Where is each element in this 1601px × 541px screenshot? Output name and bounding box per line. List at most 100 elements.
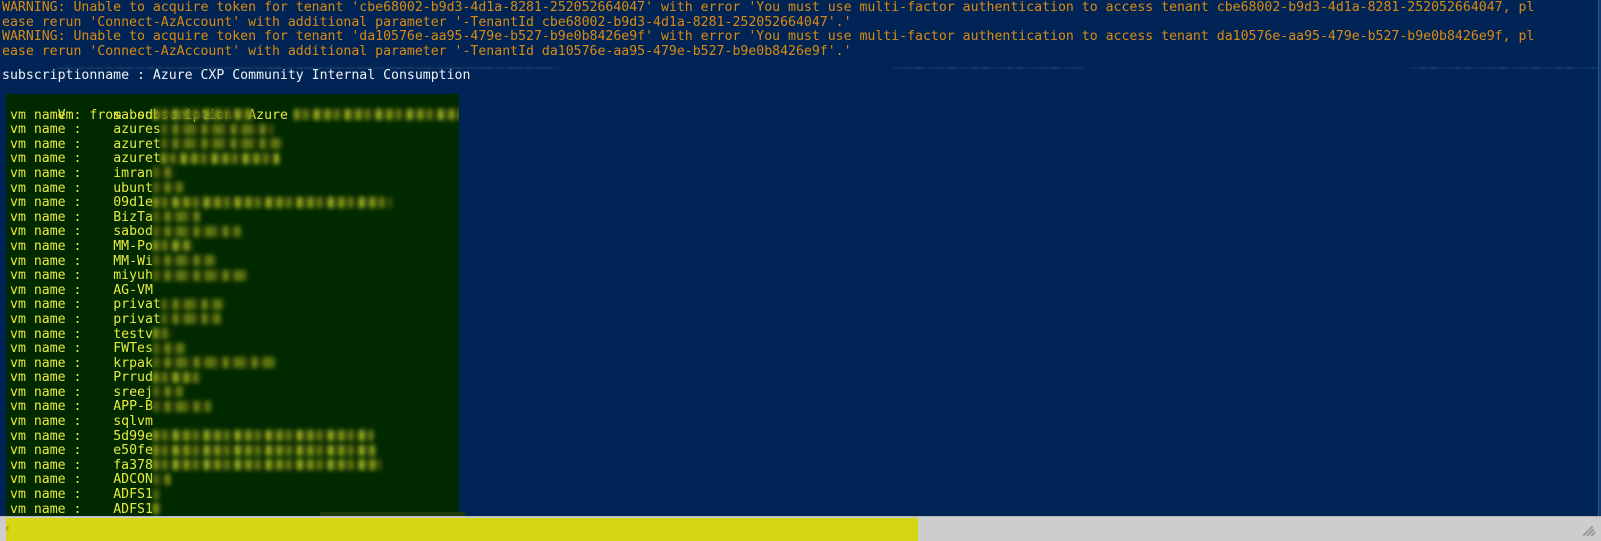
vm-name-value: ADFS1: [81, 501, 153, 516]
redacted-vm-name-tail: [152, 371, 201, 383]
vm-name-label: vm name :: [10, 224, 82, 240]
redacted-vm-name-tail: [152, 269, 247, 281]
vm-name-value: ADFS1: [81, 487, 153, 503]
vm-name-label: vm name :: [10, 384, 82, 400]
vm-name-label: vm name :: [10, 487, 82, 503]
vm-list-item: vm name : MM-Wi: [6, 253, 459, 270]
vm-list-item: vm name : 09d1e: [6, 195, 459, 211]
vm-list-item: vm name : 5d99e: [6, 428, 459, 445]
vm-name-label: vm name :: [10, 122, 82, 138]
vm-name-label: vm name :: [10, 428, 82, 444]
vm-name-value: MM-Wi: [81, 253, 153, 269]
vm-list-item: vm name : sabod: [6, 107, 459, 124]
vm-list-rows: vm name : sabod vm name : azures vm name :…: [6, 107, 459, 516]
vm-list-item: vm name : miyuh: [6, 268, 459, 284]
redacted-vm-name-tail: [152, 225, 241, 237]
vm-name-value: sabod: [81, 107, 153, 123]
vm-name-value: testv: [81, 326, 153, 342]
vm-list-item: vm name : fa378: [6, 457, 459, 474]
vm-name-label: vm name :: [10, 414, 82, 430]
vm-name-label: vm name :: [10, 311, 82, 327]
vm-name-label: vm name :: [10, 238, 82, 254]
redacted-vm-name-tail: [152, 444, 375, 456]
vm-name-label: vm name :: [10, 268, 82, 284]
account-tenant-id: 72f988bf-86f1-4: [1243, 54, 1601, 69]
vm-name-value: e50fe: [81, 443, 153, 459]
vm-name-value: imran: [81, 165, 153, 181]
redacted-vm-name-tail: [152, 357, 275, 369]
vm-name-label: vm name :: [10, 282, 82, 298]
vm-list-item: vm name : privat: [6, 298, 459, 313]
vm-list-item: vm name : e50fe: [6, 443, 459, 459]
warning-line-1b: ease rerun 'Connect-AzAccount' with addi…: [2, 15, 852, 30]
redacted-vm-name-tail: [152, 473, 171, 485]
vm-name-value: Prrud: [81, 370, 153, 386]
vm-name-value: miyuh: [81, 268, 153, 284]
vm-list-item: vm name : APP-B: [6, 400, 459, 415]
vm-name-label: vm name :: [10, 443, 82, 459]
vm-list-item: vm name : Prrud: [6, 370, 459, 386]
vm-name-value: krpak: [81, 355, 153, 371]
vm-list-item: vm name : azuret: [6, 152, 459, 167]
vm-list-item: vm name : testv: [6, 326, 459, 343]
warning-line-1a: WARNING: Unable to acquire token for ten…: [2, 1, 1535, 15]
powershell-console-window[interactable]: WARNING: Unable to acquire token for ten…: [0, 0, 1601, 541]
account-name-suffix: m: [558, 68, 566, 69]
horizontal-scrollbar[interactable]: ‹: [0, 516, 1601, 541]
vm-name-label: vm name :: [10, 472, 82, 488]
redacted-vm-name-tail: [152, 240, 193, 252]
vm-name-label: vm name :: [10, 136, 82, 152]
vm-list-item: vm name : AG-VM: [6, 282, 459, 299]
redacted-vm-name-tail: [152, 488, 159, 500]
redacted-vm-name-tail: [152, 430, 373, 442]
redacted-vm-name-tail: [160, 138, 281, 150]
vm-name-value: 09d1e: [81, 195, 153, 211]
vm-name-value: APP-B: [81, 399, 153, 415]
redacted-vm-name-tail: [152, 255, 215, 267]
vm-name-value: FWTes: [81, 341, 153, 357]
vm-list-item: vm name : BizTa: [6, 210, 459, 226]
subscription-name-line: subscriptionname : Azure CXP Community I…: [2, 69, 471, 83]
vm-name-label: vm name :: [10, 399, 82, 415]
redacted-vm-name-tail: [160, 152, 279, 164]
vm-list-item: vm name : sabod: [6, 225, 459, 240]
vm-name-label: vm name :: [10, 501, 82, 516]
vm-list-item: vm name : FWTes: [6, 341, 459, 357]
vm-name-value: azuret: [81, 151, 161, 167]
redacted-vm-name-tail: [152, 386, 183, 398]
vm-list-item: vm name : azures: [6, 122, 459, 138]
vm-name-label: vm name :: [10, 370, 82, 386]
vm-name-label: vm name :: [10, 341, 82, 357]
vm-name-label: vm name :: [10, 180, 82, 196]
vm-name-label: vm name :: [10, 165, 82, 181]
vm-name-value: AG-VM: [81, 282, 153, 298]
vm-name-value: privat: [81, 297, 161, 313]
redacted-vm-name-tail: [160, 123, 273, 135]
vm-name-label: vm name :: [10, 326, 82, 342]
redacted-vm-name-tail: [152, 400, 211, 412]
vm-list-item: vm name : ADCON: [6, 473, 459, 488]
vm-name-value: ADCON: [81, 472, 153, 488]
vm-name-label: vm name :: [10, 151, 82, 167]
vm-name-label: vm name :: [10, 457, 82, 473]
redacted-vm-name-tail: [152, 211, 201, 223]
vm-name-value: azures: [81, 122, 161, 138]
vm-name-value: ubunt: [81, 180, 153, 196]
vm-list-item: vm name : sqlvm: [6, 414, 459, 430]
vm-list-header: Vm from subscription Azure: [6, 94, 459, 122]
redacted-vm-name-tail: [152, 196, 391, 208]
horizontal-scrollbar-thumb[interactable]: [6, 518, 918, 541]
vm-name-value: azuret: [81, 136, 161, 152]
account-row: Am: [2, 54, 566, 69]
vm-name-value: sreej: [81, 384, 153, 400]
vm-name-value: sabod: [81, 224, 153, 240]
vm-name-label: vm name :: [10, 297, 82, 313]
vm-name-label: vm name :: [10, 195, 82, 211]
account-subscription-name: Azure CXP Community Intern: [640, 54, 1084, 69]
redacted-vm-name-tail: [152, 109, 253, 121]
account-tenant-id-text: 72f988bf-86f1-4: [1291, 68, 1410, 69]
redacted-vm-name-tail: [160, 298, 223, 310]
vm-name-value: sqlvm: [81, 414, 153, 430]
vm-name-value: 5d99e: [81, 428, 153, 444]
resize-grip-icon[interactable]: [1582, 523, 1598, 539]
